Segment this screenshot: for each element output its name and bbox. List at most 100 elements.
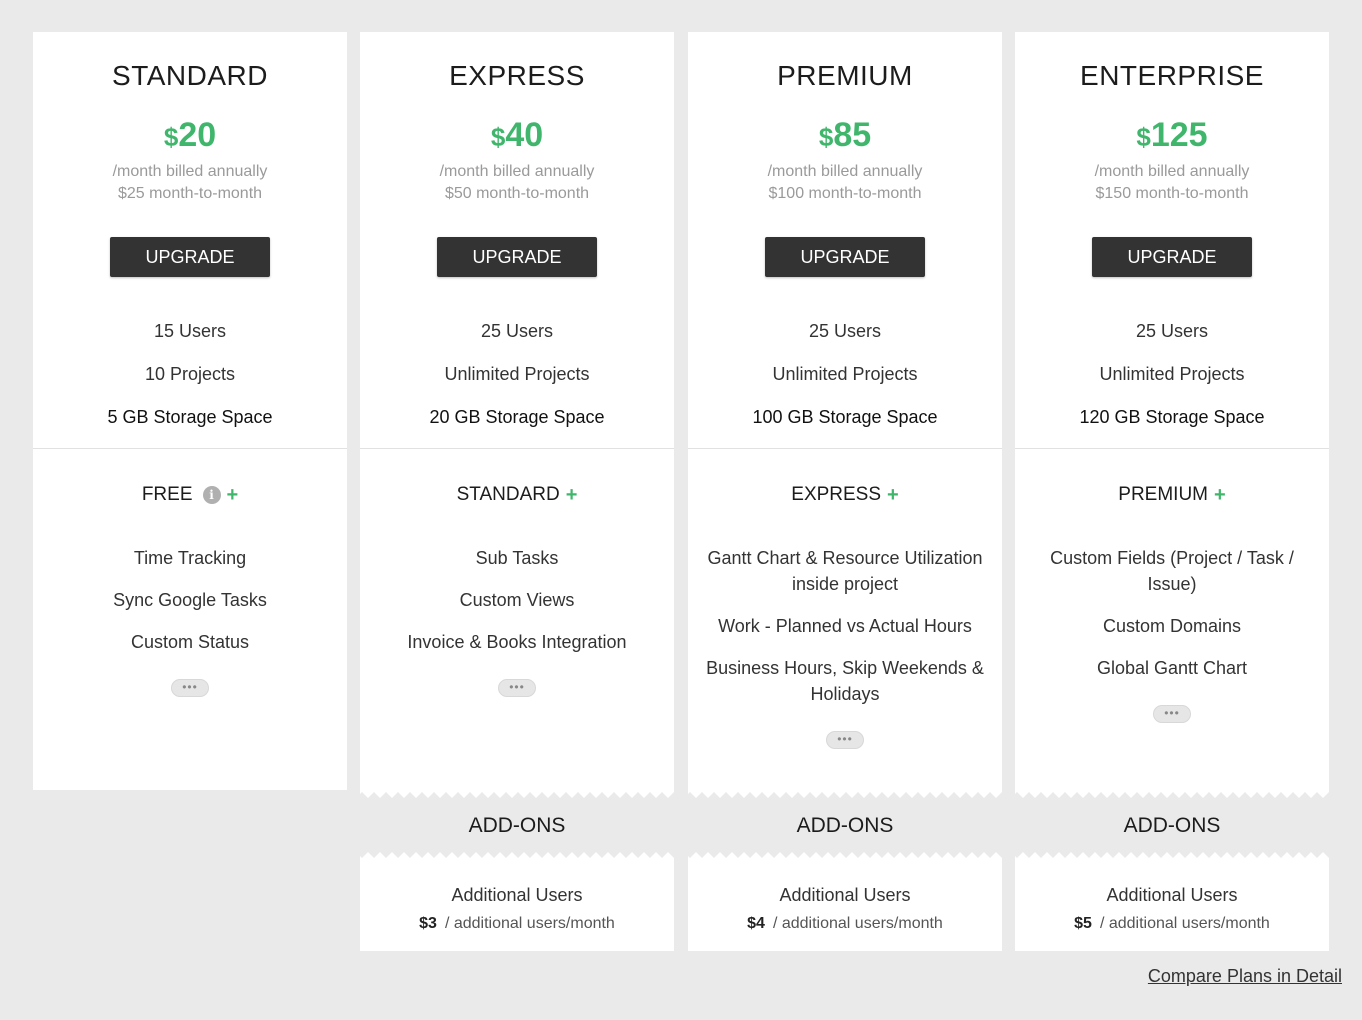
plan-summary: PREMIUM $85 /month billed annually $100 … xyxy=(688,32,1002,449)
zigzag-edge xyxy=(1015,790,1329,798)
spec-users: 25 Users xyxy=(480,321,554,341)
tier-label: EXPRESS xyxy=(791,484,882,505)
feature-item: Invoice & Books Integration xyxy=(407,632,627,652)
plan-name: STANDARD xyxy=(112,60,268,91)
plan-name: EXPRESS xyxy=(449,60,585,91)
feature-item: Custom Views xyxy=(459,590,575,610)
spec-storage: 20 GB Storage Space xyxy=(429,407,605,427)
tier-label: STANDARD xyxy=(456,484,560,505)
addons-heading: ADD-ONS xyxy=(1123,814,1221,837)
plan-features: PREMIUM + Custom Fields (Project / Task … xyxy=(1015,449,1329,723)
compare-plans-link[interactable]: Compare Plans in Detail xyxy=(1148,966,1342,987)
billing-note: /month billed annually xyxy=(1094,163,1250,180)
feature-item: Sub Tasks xyxy=(475,548,559,568)
upgrade-button[interactable]: UPGRADE xyxy=(437,237,597,277)
spec-projects: Unlimited Projects xyxy=(772,364,918,384)
addon-label: Additional Users xyxy=(1106,885,1238,905)
plan-summary: STANDARD $20 /month billed annually $25 … xyxy=(33,32,347,449)
info-icon[interactable]: i xyxy=(202,486,221,504)
addon-label: Additional Users xyxy=(779,885,911,905)
more-icon[interactable]: ••• xyxy=(826,731,864,749)
addon-box-express: Additional Users $3 / additional users/mo… xyxy=(360,858,674,951)
addon-box-premium: Additional Users $4 / additional users/mo… xyxy=(688,858,1002,951)
zigzag-edge xyxy=(360,790,674,798)
plan-card-express: EXPRESS $40 /month billed annually $50 m… xyxy=(360,32,674,792)
zigzag-path xyxy=(688,790,1002,798)
addon-rate: $4 / additional users/month xyxy=(688,914,1002,934)
plan-price: $40 xyxy=(360,116,674,161)
spec-users: 25 Users xyxy=(808,321,882,341)
zigzag-path xyxy=(360,790,674,798)
plan-name: ENTERPRISE xyxy=(1080,60,1264,91)
currency-symbol: $ xyxy=(1136,122,1151,152)
plan-summary: ENTERPRISE $125 /month billed annually $… xyxy=(1015,32,1329,449)
plus-icon: + xyxy=(226,484,239,506)
addon-box-enterprise: Additional Users $5 / additional users/mo… xyxy=(1015,858,1329,951)
feature-item: Time Tracking xyxy=(133,548,247,568)
addon-unit: / additional users/month xyxy=(444,915,615,932)
plus-icon: + xyxy=(1214,484,1226,506)
addons-heading: ADD-ONS xyxy=(468,814,566,837)
feature-item: Business Hours, Skip Weekends & Holidays xyxy=(706,658,984,704)
spec-storage: 100 GB Storage Space xyxy=(752,407,938,427)
upgrade-button[interactable]: UPGRADE xyxy=(110,237,270,277)
feature-list: Custom Fields (Project / Task / Issue) C… xyxy=(1015,545,1329,723)
tier-heading: EXPRESS + xyxy=(688,483,1002,507)
zigzag-edge xyxy=(688,790,1002,798)
spec-projects: 10 Projects xyxy=(144,364,236,384)
currency-symbol: $ xyxy=(163,122,179,152)
more-icon[interactable]: ••• xyxy=(498,679,536,697)
addon-price: $5 xyxy=(1074,915,1092,932)
plan-card-standard: STANDARD $20 /month billed annually $25 … xyxy=(33,32,347,790)
plan-price: $85 xyxy=(688,116,1002,161)
feature-item: Custom Domains xyxy=(1102,616,1242,636)
price-amount: 40 xyxy=(505,116,544,154)
tier-heading: STANDARD + xyxy=(360,483,674,507)
addon-unit: / additional users/month xyxy=(1099,915,1270,932)
monthly-price: $150 month-to-month xyxy=(1095,185,1249,202)
addon-rate: $5 / additional users/month xyxy=(1015,914,1329,934)
more-icon[interactable]: ••• xyxy=(1153,705,1191,723)
spec-storage: 5 GB Storage Space xyxy=(107,407,273,427)
plan-name: PREMIUM xyxy=(777,60,913,91)
feature-list: Sub Tasks Custom Views Invoice & Books I… xyxy=(360,545,674,697)
addon-price: $3 xyxy=(419,915,437,932)
plan-features: FREE i + Time Tracking Sync Google Tasks… xyxy=(33,449,347,697)
plan-price: $125 xyxy=(1015,116,1329,161)
plus-icon: + xyxy=(565,484,578,506)
plan-features: EXPRESS + Gantt Chart & Resource Utiliza… xyxy=(688,449,1002,749)
plan-specs: 25 Users Unlimited Projects 120 GB Stora… xyxy=(1015,319,1329,429)
feature-item: Global Gantt Chart xyxy=(1096,658,1248,678)
spec-users: 25 Users xyxy=(1135,321,1209,341)
plus-icon: + xyxy=(887,484,899,506)
tier-heading: PREMIUM + xyxy=(1015,483,1329,507)
addon-rate: $3 / additional users/month xyxy=(360,914,674,934)
spec-users: 15 Users xyxy=(153,321,227,341)
tier-heading: FREE i + xyxy=(33,483,347,507)
currency-symbol: $ xyxy=(818,122,834,152)
spec-projects: Unlimited Projects xyxy=(444,364,590,384)
more-icon[interactable]: ••• xyxy=(171,679,209,697)
addons-heading: ADD-ONS xyxy=(796,814,894,837)
tier-label: PREMIUM xyxy=(1118,484,1209,505)
upgrade-button[interactable]: UPGRADE xyxy=(1092,237,1252,277)
plan-card-premium: PREMIUM $85 /month billed annually $100 … xyxy=(688,32,1002,792)
plan-card-enterprise: ENTERPRISE $125 /month billed annually $… xyxy=(1015,32,1329,792)
feature-list: Gantt Chart & Resource Utilization insid… xyxy=(688,545,1002,749)
billing-note: /month billed annually xyxy=(439,163,595,180)
upgrade-button[interactable]: UPGRADE xyxy=(765,237,925,277)
feature-item: Work - Planned vs Actual Hours xyxy=(718,616,972,636)
addon-label: Additional Users xyxy=(451,885,583,905)
spec-storage: 120 GB Storage Space xyxy=(1079,407,1265,427)
feature-item: Gantt Chart & Resource Utilization insid… xyxy=(707,548,983,594)
pricing-page: STANDARD $20 /month billed annually $25 … xyxy=(0,0,1362,1020)
price-amount: 20 xyxy=(178,116,217,154)
monthly-price: $25 month-to-month xyxy=(117,185,263,202)
billing-note: /month billed annually xyxy=(767,163,923,180)
spec-projects: Unlimited Projects xyxy=(1099,364,1245,384)
feature-item: Custom Status xyxy=(130,632,250,652)
price-amount: 85 xyxy=(833,116,872,154)
plan-specs: 25 Users Unlimited Projects 100 GB Stora… xyxy=(688,319,1002,429)
zigzag-path xyxy=(1015,790,1329,798)
price-amount: 125 xyxy=(1150,116,1208,154)
